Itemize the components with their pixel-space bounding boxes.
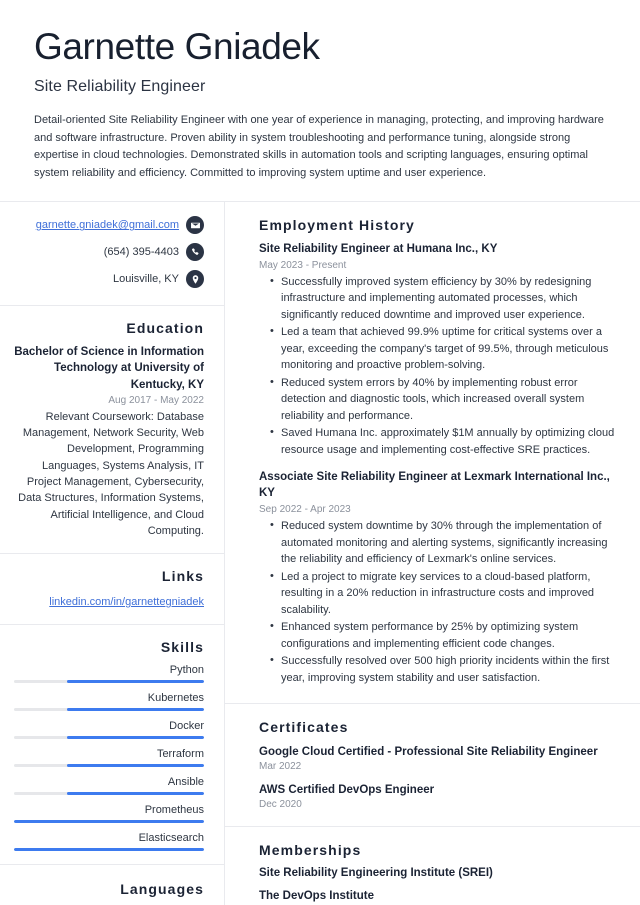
skill-label: Python [169,664,204,677]
sidebar: garnette.gniadek@gmail.com (654) 395-440… [0,201,225,905]
employment-title: Site Reliability Engineer at Humana Inc.… [259,242,498,255]
certificates-section: Certificates Google Cloud Certified - Pr… [225,704,640,828]
skill-item: Python [14,664,204,684]
phone-icon [186,243,204,262]
education-item: Bachelor of Science in Information Techn… [14,344,204,539]
skill-label: Docker [169,720,204,733]
location-pin-icon [186,270,204,289]
list-item: Successfully improved system efficiency … [270,273,624,324]
certificate-name: Google Cloud Certified - Professional Si… [259,746,598,759]
education-heading: Education [126,319,204,336]
skill-level-fill [67,764,204,768]
skill-item: Prometheus [14,804,204,824]
education-date: Aug 2017 - May 2022 [108,394,204,406]
list-item: Reduced system errors by 40% by implemen… [270,374,624,425]
certificate-entry: AWS Certified DevOps Engineer Dec 2020 [259,782,624,810]
list-item: Led a project to migrate key services to… [270,568,624,619]
skill-label: Elasticsearch [138,832,204,845]
resume-body: garnette.gniadek@gmail.com (654) 395-440… [0,200,640,905]
list-item: Enhanced system performance by 25% by op… [270,618,624,652]
contact-row-location: Louisville, KY [14,270,204,289]
skill-label: Prometheus [144,804,204,817]
skill-level-fill [67,792,204,796]
skill-level-bar [14,736,204,740]
certificate-entry: Google Cloud Certified - Professional Si… [259,744,624,772]
resume-header: Garnette Gniadek Site Reliability Engine… [0,0,640,182]
contact-row-email[interactable]: garnette.gniadek@gmail.com [14,216,204,235]
memberships-list: Site Reliability Engineering Institute (… [259,867,624,902]
certificates-list: Google Cloud Certified - Professional Si… [259,744,624,810]
employment-bullets: Successfully improved system efficiency … [259,273,624,459]
skill-level-bar [14,680,204,684]
memberships-heading: Memberships [259,842,362,859]
languages-heading: Languages [120,881,204,898]
employment-date: Sep 2022 - Apr 2023 [259,504,351,516]
list-item: Successfully resolved over 500 high prio… [270,652,624,686]
envelope-icon [186,216,204,235]
employment-entry: Associate Site Reliability Engineer at L… [259,470,624,686]
education-description: Relevant Coursework: Database Management… [18,410,204,537]
jobs-list: Site Reliability Engineer at Humana Inc.… [259,242,624,686]
employment-heading: Employment History [259,216,415,233]
skill-level-bar [14,764,204,768]
employment-title: Associate Site Reliability Engineer at L… [259,471,610,500]
skill-label: Terraform [156,748,204,761]
membership-entry: Site Reliability Engineering Institute (… [259,867,493,880]
employment-bullets: Reduced system downtime by 30% through t… [259,517,624,686]
profile-summary: Detail-oriented Site Reliability Enginee… [34,114,604,179]
skill-item: Kubernetes [14,692,204,712]
skill-label: Kubernetes [147,692,204,705]
main-content: Employment History Site Reliability Engi… [225,202,640,905]
certificate-date: Dec 2020 [259,799,302,811]
skills-section: Skills Python Kubernetes Docker Terraform An… [0,625,224,866]
skill-level-fill [67,680,204,684]
skill-level-bar [14,792,204,796]
list-item: Saved Humana Inc. approximately $1M annu… [270,424,624,458]
phone-value: (654) 395-4403 [103,246,179,259]
languages-section: Languages [0,865,224,905]
location-value: Louisville, KY [112,273,179,286]
contact-section: garnette.gniadek@gmail.com (654) 395-440… [0,202,224,306]
skill-level-fill [14,848,204,852]
job-title: Site Reliability Engineer [34,78,206,96]
list-item: Led a team that achieved 99.9% uptime fo… [270,323,624,374]
linkedin-link[interactable]: linkedin.com/in/garnettegniadek [49,596,204,608]
skill-level-bar [14,848,204,852]
skills-heading: Skills [160,639,204,656]
skill-item: Terraform [14,748,204,768]
certificate-name: AWS Certified DevOps Engineer [259,784,435,797]
email-link[interactable]: garnette.gniadek@gmail.com [36,219,179,231]
list-item: Reduced system downtime by 30% through t… [270,517,624,568]
skill-item: Docker [14,720,204,740]
skill-level-fill [67,736,204,740]
skill-level-fill [67,708,204,712]
page-title: Garnette Gniadek [34,26,320,67]
membership-entry: The DevOps Institute [259,890,375,903]
skill-level-fill [14,820,204,824]
links-heading: Links [161,568,204,585]
contact-row-phone: (654) 395-4403 [14,243,204,262]
skill-item: Ansible [14,776,204,796]
employment-date: May 2023 - Present [259,259,347,271]
skill-label: Ansible [167,776,204,789]
memberships-section: Memberships Site Reliability Engineering… [225,827,640,905]
certificate-date: Mar 2022 [259,761,302,773]
links-section: Links linkedin.com/in/garnettegniadek [0,554,224,626]
skill-level-bar [14,708,204,712]
skill-level-bar [14,820,204,824]
skills-list: Python Kubernetes Docker Terraform Ansible Pr… [14,664,204,852]
employment-section: Employment History Site Reliability Engi… [225,202,640,705]
education-section: Education Bachelor of Science in Informa… [0,306,224,555]
resume-page: Garnette Gniadek Site Reliability Engine… [0,0,640,905]
education-degree: Bachelor of Science in Information Techn… [14,345,204,391]
employment-entry: Site Reliability Engineer at Humana Inc.… [259,242,624,458]
certificates-heading: Certificates [259,719,349,736]
skill-item: Elasticsearch [14,832,204,852]
